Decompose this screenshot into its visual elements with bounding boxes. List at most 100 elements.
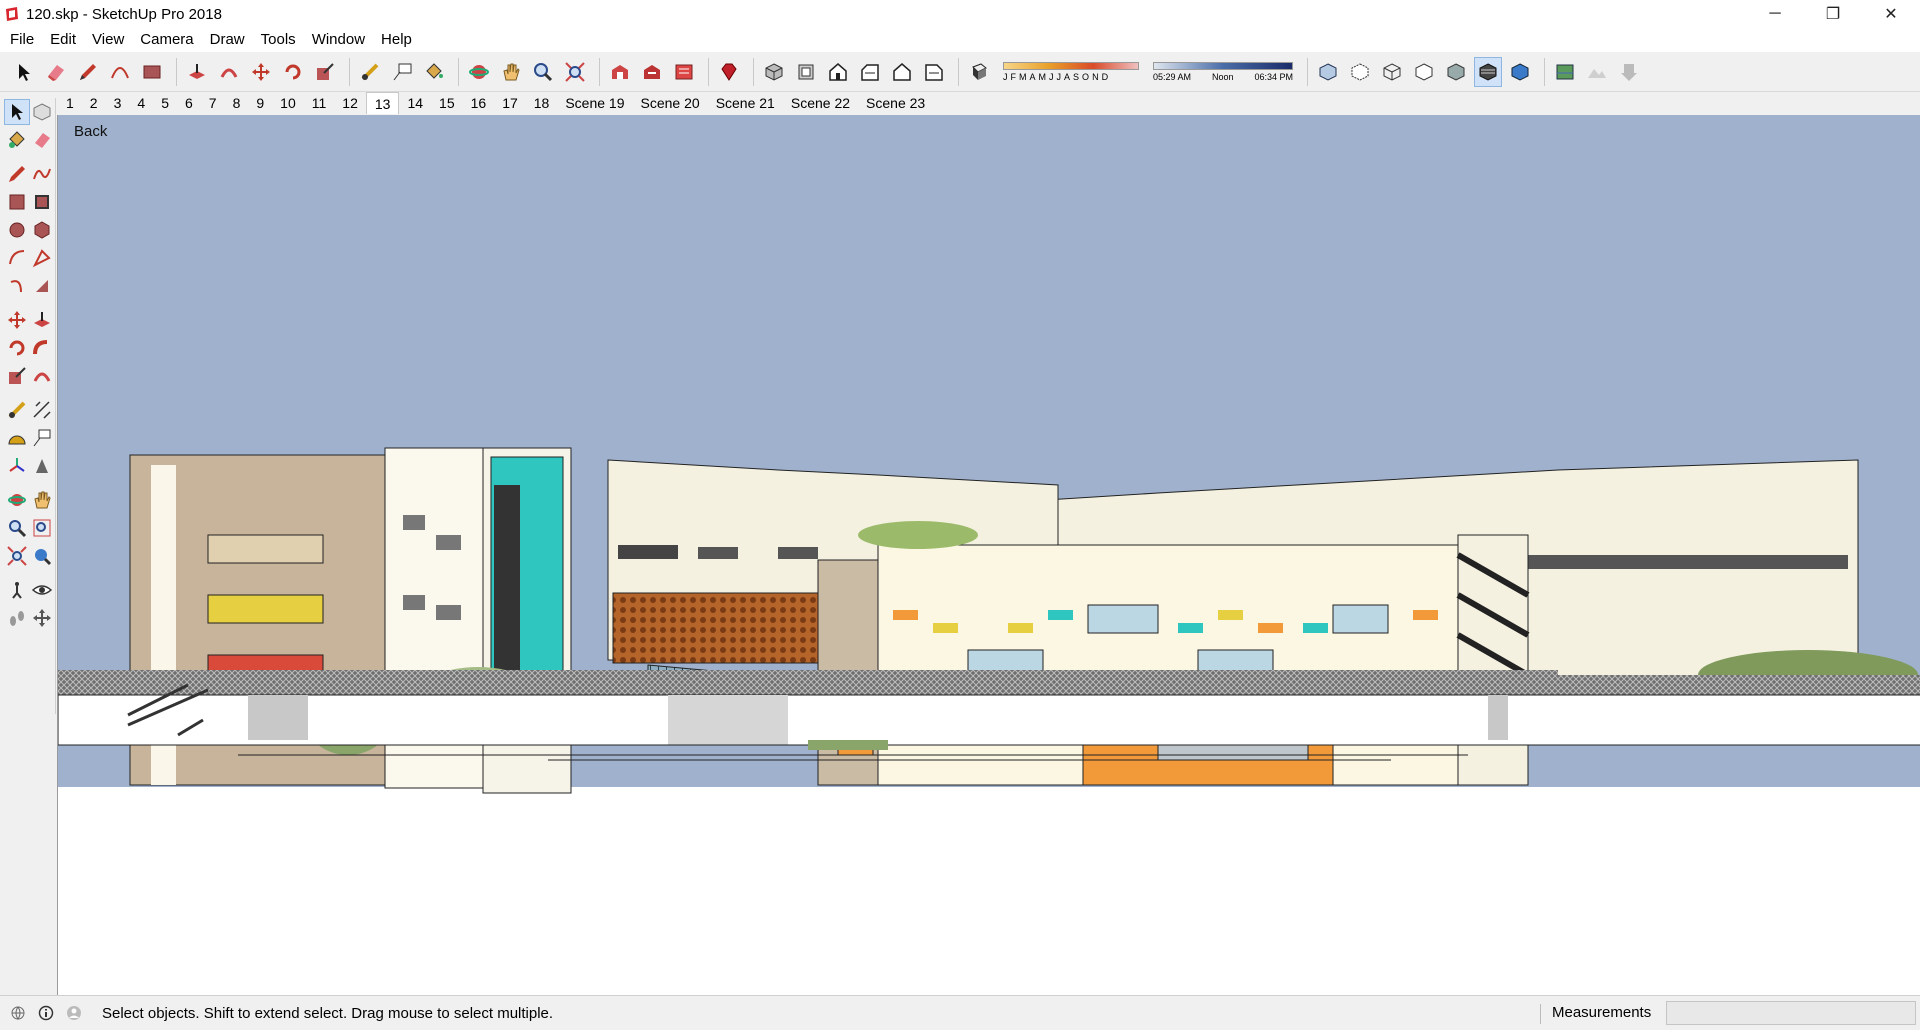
- offset-tool[interactable]: [30, 363, 56, 389]
- tape-measure-button[interactable]: [356, 57, 384, 87]
- warehouse-button[interactable]: [606, 57, 634, 87]
- axes-tool[interactable]: [4, 453, 30, 479]
- shadows-toggle-button[interactable]: [965, 57, 993, 87]
- menu-tools[interactable]: Tools: [253, 28, 304, 52]
- move-tool[interactable]: [4, 307, 30, 333]
- arc-tool[interactable]: [4, 245, 30, 271]
- zoom-button[interactable]: [529, 57, 557, 87]
- left-view-button[interactable]: [920, 57, 948, 87]
- hidden-line-button[interactable]: [1410, 57, 1438, 87]
- xray-style-button[interactable]: [1314, 57, 1342, 87]
- text-tool-button[interactable]: [388, 57, 416, 87]
- share-model-button[interactable]: [638, 57, 666, 87]
- scene-tab[interactable]: 1: [58, 92, 82, 114]
- minimize-button[interactable]: ─: [1746, 0, 1804, 28]
- front-view-button[interactable]: [824, 57, 852, 87]
- circle-tool[interactable]: [4, 217, 30, 243]
- scene-tab[interactable]: 10: [272, 92, 304, 114]
- date-slider[interactable]: [1003, 61, 1139, 70]
- pan-tool[interactable]: [30, 487, 56, 513]
- 3d-text-tool[interactable]: [30, 453, 56, 479]
- account-status-icon[interactable]: [64, 1003, 84, 1023]
- menu-draw[interactable]: Draw: [202, 28, 253, 52]
- scene-tab[interactable]: 2: [82, 92, 106, 114]
- section-plane-tool[interactable]: [30, 605, 56, 631]
- shape-tool-button[interactable]: [138, 57, 166, 87]
- scene-tab[interactable]: Scene 19: [557, 92, 632, 114]
- scene-tab[interactable]: 11: [304, 92, 335, 114]
- model-viewport[interactable]: Back: [57, 115, 1920, 995]
- ruby-console-button[interactable]: [715, 57, 743, 87]
- scene-tab[interactable]: 14: [399, 92, 431, 114]
- dimension-tool[interactable]: [30, 397, 56, 423]
- scene-tab[interactable]: 15: [431, 92, 463, 114]
- scene-tab[interactable]: 18: [526, 92, 558, 114]
- eraser-tool[interactable]: [30, 127, 56, 153]
- scale-tool[interactable]: [4, 363, 30, 389]
- scene-tab[interactable]: 16: [463, 92, 495, 114]
- menu-window[interactable]: Window: [304, 28, 373, 52]
- pie-tool[interactable]: [30, 273, 56, 299]
- eraser-tool-button[interactable]: [42, 57, 70, 87]
- back-edges-button[interactable]: [1346, 57, 1374, 87]
- scene-tab[interactable]: 3: [106, 92, 130, 114]
- scene-tab[interactable]: Scene 21: [708, 92, 783, 114]
- paint-bucket-tool[interactable]: [4, 127, 30, 153]
- zoom-tool[interactable]: [4, 515, 30, 541]
- close-button[interactable]: ✕: [1862, 0, 1920, 28]
- scene-tab[interactable]: 5: [153, 92, 177, 114]
- measurements-input[interactable]: [1666, 1001, 1916, 1025]
- push-pull-tool[interactable]: [30, 307, 56, 333]
- scene-tab[interactable]: 4: [129, 92, 153, 114]
- polygon-tool[interactable]: [30, 217, 56, 243]
- orbit-tool[interactable]: [4, 487, 30, 513]
- make-component-tool[interactable]: [30, 99, 55, 125]
- menu-edit[interactable]: Edit: [42, 28, 84, 52]
- menu-help[interactable]: Help: [373, 28, 420, 52]
- select-tool[interactable]: [4, 99, 30, 125]
- previous-view-tool[interactable]: [30, 543, 56, 569]
- scale-button[interactable]: [311, 57, 339, 87]
- back-view-button[interactable]: [888, 57, 916, 87]
- menu-view[interactable]: View: [84, 28, 132, 52]
- add-location-button[interactable]: [1551, 57, 1579, 87]
- zoom-extents-button[interactable]: [561, 57, 589, 87]
- offset-button[interactable]: [215, 57, 243, 87]
- position-camera-tool[interactable]: [4, 577, 30, 603]
- scene-tab[interactable]: Scene 20: [633, 92, 708, 114]
- walk-tool[interactable]: [4, 605, 30, 631]
- credits-status-icon[interactable]: [36, 1003, 56, 1023]
- time-slider[interactable]: [1153, 61, 1293, 70]
- photo-textures-button[interactable]: [1615, 57, 1643, 87]
- monochrome-button[interactable]: [1506, 57, 1534, 87]
- move-button[interactable]: [247, 57, 275, 87]
- two-point-arc-tool[interactable]: [30, 245, 56, 271]
- geolocation-status-icon[interactable]: [8, 1003, 28, 1023]
- extension-warehouse-button[interactable]: [670, 57, 698, 87]
- line-tool[interactable]: [4, 161, 30, 187]
- shaded-textures-button[interactable]: [1474, 56, 1502, 87]
- iso-view-button[interactable]: [760, 57, 788, 87]
- scene-tab[interactable]: 9: [248, 92, 272, 114]
- orbit-button[interactable]: [465, 57, 493, 87]
- scene-tab-active[interactable]: 13: [365, 92, 400, 114]
- text-tool[interactable]: [30, 425, 56, 451]
- paint-bucket-button[interactable]: [420, 57, 448, 87]
- line-tool-button[interactable]: [74, 57, 102, 87]
- scene-tab[interactable]: 7: [201, 92, 225, 114]
- restore-button[interactable]: ❐: [1804, 0, 1862, 28]
- push-pull-button[interactable]: [183, 57, 211, 87]
- zoom-extents-tool[interactable]: [4, 543, 30, 569]
- select-tool-button[interactable]: [10, 57, 38, 87]
- wireframe-button[interactable]: [1378, 57, 1406, 87]
- shaded-button[interactable]: [1442, 57, 1470, 87]
- toggle-terrain-button[interactable]: [1583, 57, 1611, 87]
- zoom-window-tool[interactable]: [30, 515, 56, 541]
- scene-tab[interactable]: Scene 23: [858, 92, 933, 114]
- rectangle-tool[interactable]: [4, 189, 30, 215]
- right-view-button[interactable]: [856, 57, 884, 87]
- protractor-tool[interactable]: [4, 425, 30, 451]
- tape-measure-tool[interactable]: [4, 397, 30, 423]
- arc-tool-button[interactable]: [106, 57, 134, 87]
- top-view-button[interactable]: [792, 57, 820, 87]
